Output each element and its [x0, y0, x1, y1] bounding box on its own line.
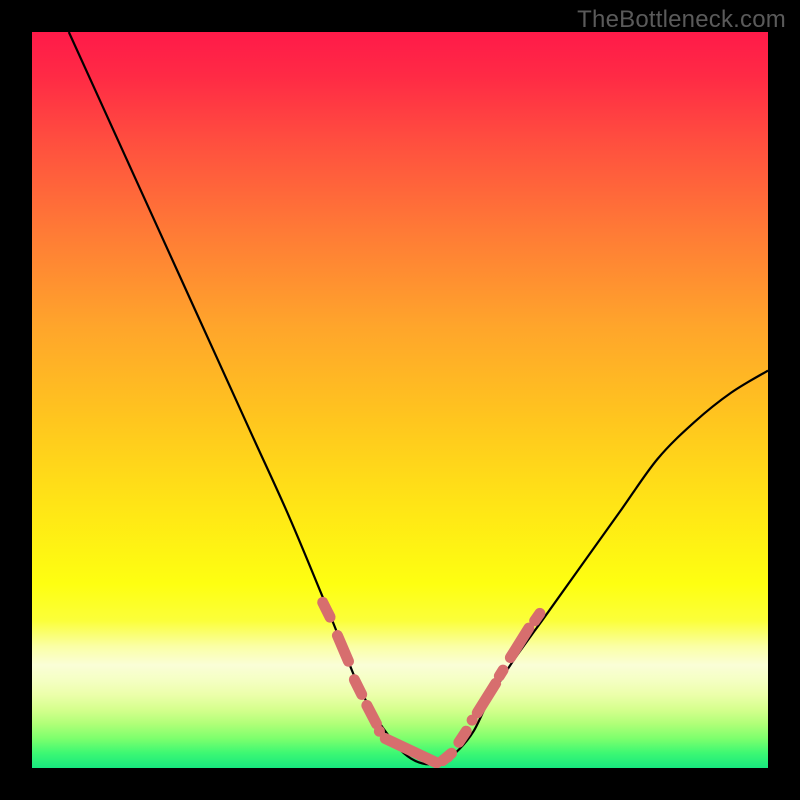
fit-segment	[535, 613, 540, 620]
fit-dot	[442, 751, 453, 762]
fit-segment	[510, 628, 528, 657]
fit-segment	[323, 602, 330, 617]
curve-layer	[32, 32, 768, 768]
fit-markers	[323, 602, 540, 762]
plot-area	[32, 32, 768, 768]
fit-segment	[337, 636, 348, 662]
fit-segment	[477, 683, 495, 712]
chart-frame: TheBottleneck.com	[0, 0, 800, 800]
fit-segment	[499, 670, 503, 676]
fit-dot	[467, 715, 478, 726]
fit-dot	[374, 726, 385, 737]
fit-segment	[459, 731, 466, 742]
fit-segment	[367, 705, 377, 723]
bottleneck-curve	[69, 32, 768, 764]
fit-segment	[354, 680, 361, 695]
watermark-text: TheBottleneck.com	[577, 6, 786, 34]
